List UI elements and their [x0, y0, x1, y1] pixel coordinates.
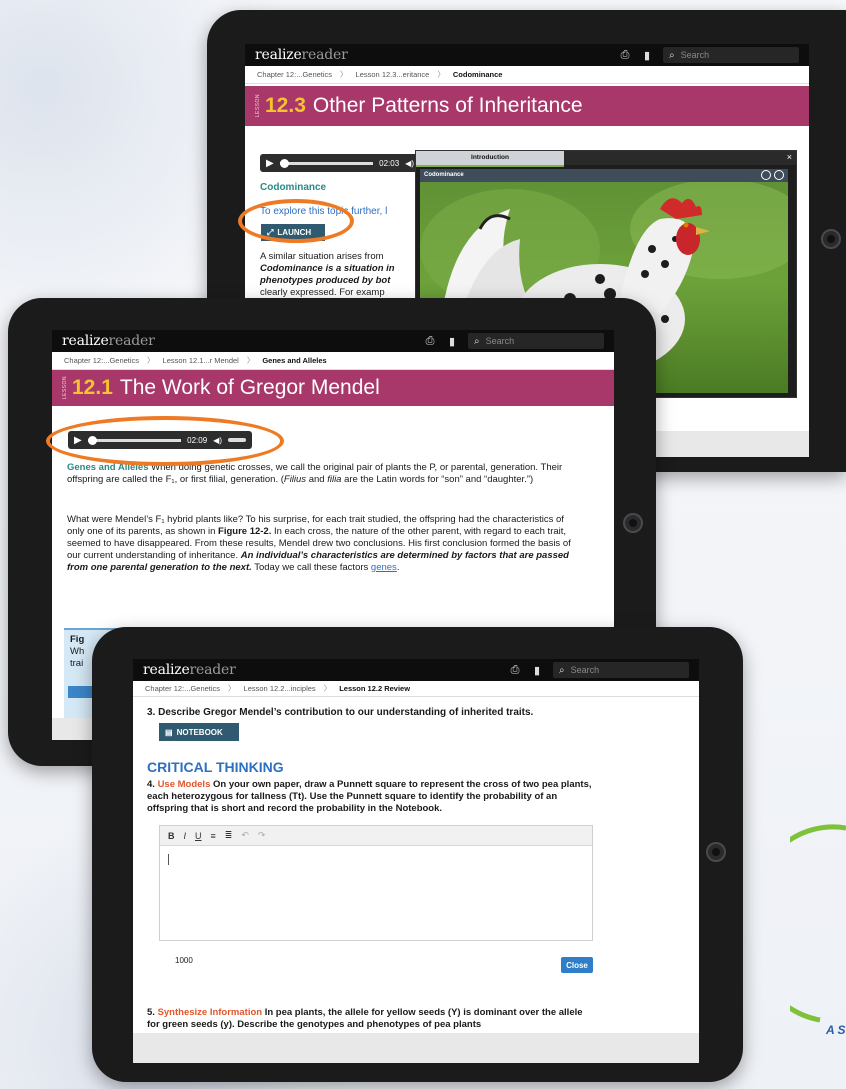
- notebook-button[interactable]: ▤ NOTEBOOK: [159, 723, 239, 741]
- top-bar: realizereader ⎙ ▮ ⌕ Search: [52, 330, 614, 352]
- bookmark-icon[interactable]: ▮: [531, 664, 543, 677]
- highlight-ring-launch: [238, 199, 354, 243]
- top-bar: realizereader ⎙ ▮ ⌕ Search: [133, 659, 699, 681]
- play-icon[interactable]: [774, 170, 784, 180]
- chevron-right-icon: 〉: [323, 684, 332, 693]
- breadcrumb: Chapter 12:...Genetics 〉 Lesson 12.1...r …: [52, 352, 614, 370]
- lesson-number: 12.1: [72, 376, 113, 399]
- tab-introduction[interactable]: Introduction: [416, 151, 564, 167]
- breadcrumb: Chapter 12:...Genetics 〉 Lesson 12.2...in…: [133, 681, 699, 697]
- print-icon[interactable]: ⎙: [424, 335, 436, 348]
- play-icon[interactable]: ▶: [266, 158, 274, 169]
- notebook-editor[interactable]: B I U ≡ ≣ ↶ ↷: [159, 825, 593, 941]
- figure-caption: Wh: [70, 646, 85, 657]
- question-5: 5. Synthesize Information In pea plants,…: [147, 1007, 583, 1030]
- editor-text-area[interactable]: [168, 854, 169, 865]
- chevron-right-icon: 〉: [246, 356, 255, 365]
- lesson-title-bar: LESSON 12.1 The Work of Gregor Mendel: [52, 370, 614, 406]
- section-heading: Codominance: [260, 182, 327, 193]
- lesson-tag: LESSON: [62, 376, 68, 400]
- toolbar-icons: ⎙ ▮ ⌕ Search: [424, 333, 604, 349]
- chevron-right-icon: 〉: [147, 356, 155, 365]
- chevron-right-icon: 〉: [228, 684, 236, 693]
- search-input[interactable]: ⌕ Search: [468, 333, 604, 349]
- audio-time: 02:03: [379, 158, 400, 168]
- figure-caption: trai: [70, 658, 84, 669]
- bold-button[interactable]: B: [168, 831, 175, 841]
- crumb-chapter[interactable]: Chapter 12:...Genetics: [64, 356, 139, 365]
- brand-logo: realizereader: [143, 662, 236, 678]
- skill-label: Synthesize Information: [157, 1007, 263, 1018]
- lesson-tag: LESSON: [255, 94, 261, 118]
- genes-link[interactable]: genes: [371, 562, 397, 573]
- toolbar-icons: ⎙ ▮ ⌕ Search: [619, 47, 799, 63]
- skill-label: Use Models: [157, 779, 211, 790]
- bullet-list-button[interactable]: ≡: [211, 831, 216, 841]
- figure-caption: Fig: [70, 634, 85, 645]
- crumb-chapter[interactable]: Chapter 12:...Genetics: [145, 684, 220, 693]
- chevron-right-icon: 〉: [437, 70, 445, 79]
- tablet3-screen: realizereader ⎙ ▮ ⌕ Search Chapter 12:...…: [133, 659, 699, 1063]
- section-heading: CRITICAL THINKING: [147, 759, 284, 775]
- search-icon: ⌕: [559, 664, 565, 676]
- crumb-lesson[interactable]: Lesson 12.2...inciples: [244, 684, 316, 693]
- crumb-lesson[interactable]: Lesson 12.3...eritance: [356, 70, 430, 79]
- bookmark-icon[interactable]: ▮: [446, 335, 458, 348]
- character-count: 1000: [175, 956, 193, 965]
- close-button[interactable]: Close: [561, 957, 593, 973]
- body-line: phenotypes produced by bot: [260, 275, 391, 286]
- body-line: A similar situation arises from: [260, 251, 384, 262]
- search-icon: ⌕: [669, 49, 675, 61]
- search-input[interactable]: ⌕ Search: [663, 47, 799, 63]
- question-4: 4. Use Models On your own paper, draw a …: [147, 779, 592, 814]
- search-icon: ⌕: [474, 335, 480, 347]
- brand-logo: realizereader: [62, 333, 155, 349]
- underline-button[interactable]: U: [195, 831, 202, 841]
- undo-button[interactable]: ↶: [241, 830, 249, 841]
- crumb-current: Genes and Alleles: [262, 356, 327, 365]
- crumb-current: Codominance: [452, 70, 503, 79]
- close-icon[interactable]: ×: [787, 152, 792, 162]
- toolbar-icons: ⎙ ▮ ⌕ Search: [509, 662, 689, 678]
- audio-progress[interactable]: [279, 158, 374, 168]
- notebook-icon: ▤: [165, 727, 173, 737]
- body-line: Codominance is a situation in: [260, 263, 395, 274]
- numbered-list-button[interactable]: ≣: [225, 830, 233, 841]
- zoom-icon[interactable]: [761, 170, 771, 180]
- home-button[interactable]: [623, 513, 643, 533]
- question-3: 3. Describe Gregor Mendel’s contribution…: [147, 707, 534, 718]
- tablet-device-3: realizereader ⎙ ▮ ⌕ Search Chapter 12:...…: [92, 627, 743, 1082]
- lesson-title-bar: LESSON 12.3 Other Patterns of Inheritanc…: [245, 86, 809, 126]
- chevron-right-icon: 〉: [340, 70, 348, 79]
- editor-toolbar: B I U ≡ ≣ ↶ ↷: [160, 826, 592, 846]
- italic-button[interactable]: I: [184, 831, 187, 841]
- page-title: The Work of Gregor Mendel: [119, 376, 380, 399]
- top-bar: realizereader ⎙ ▮ ⌕ Search: [245, 44, 809, 66]
- brand-logo: realizereader: [255, 47, 348, 63]
- logo-text: A S: [825, 1023, 846, 1037]
- home-button[interactable]: [821, 229, 841, 249]
- crumb-current: Lesson 12.2 Review: [339, 684, 411, 693]
- volume-icon[interactable]: ◀): [405, 159, 414, 168]
- video-controls: [761, 170, 784, 180]
- video-title: Codominance: [420, 169, 788, 182]
- print-icon[interactable]: ⎙: [619, 49, 631, 62]
- search-input[interactable]: ⌕ Search: [553, 662, 689, 678]
- popup-tabbar: Introduction ×: [416, 151, 796, 167]
- redo-button[interactable]: ↷: [258, 830, 266, 841]
- paragraph-f1-hybrids: What were Mendel’s F₁ hybrid plants like…: [67, 514, 571, 573]
- logo-arc: A S: [790, 824, 846, 1037]
- highlight-ring-audio: [46, 416, 284, 466]
- crumb-chapter[interactable]: Chapter 12:...Genetics: [257, 70, 332, 79]
- breadcrumb: Chapter 12:...Genetics 〉 Lesson 12.3...er…: [245, 66, 809, 84]
- audio-player[interactable]: ▶ 02:03 ◀): [260, 154, 420, 172]
- home-button[interactable]: [706, 842, 726, 862]
- crumb-lesson[interactable]: Lesson 12.1...r Mendel: [163, 356, 239, 365]
- print-icon[interactable]: ⎙: [509, 664, 521, 677]
- bookmark-icon[interactable]: ▮: [641, 49, 653, 62]
- page-title: Other Patterns of Inheritance: [312, 94, 583, 117]
- figure-ref[interactable]: Figure 12-2.: [218, 526, 271, 537]
- screen-footer: [133, 1033, 699, 1063]
- lesson-number: 12.3: [265, 94, 306, 117]
